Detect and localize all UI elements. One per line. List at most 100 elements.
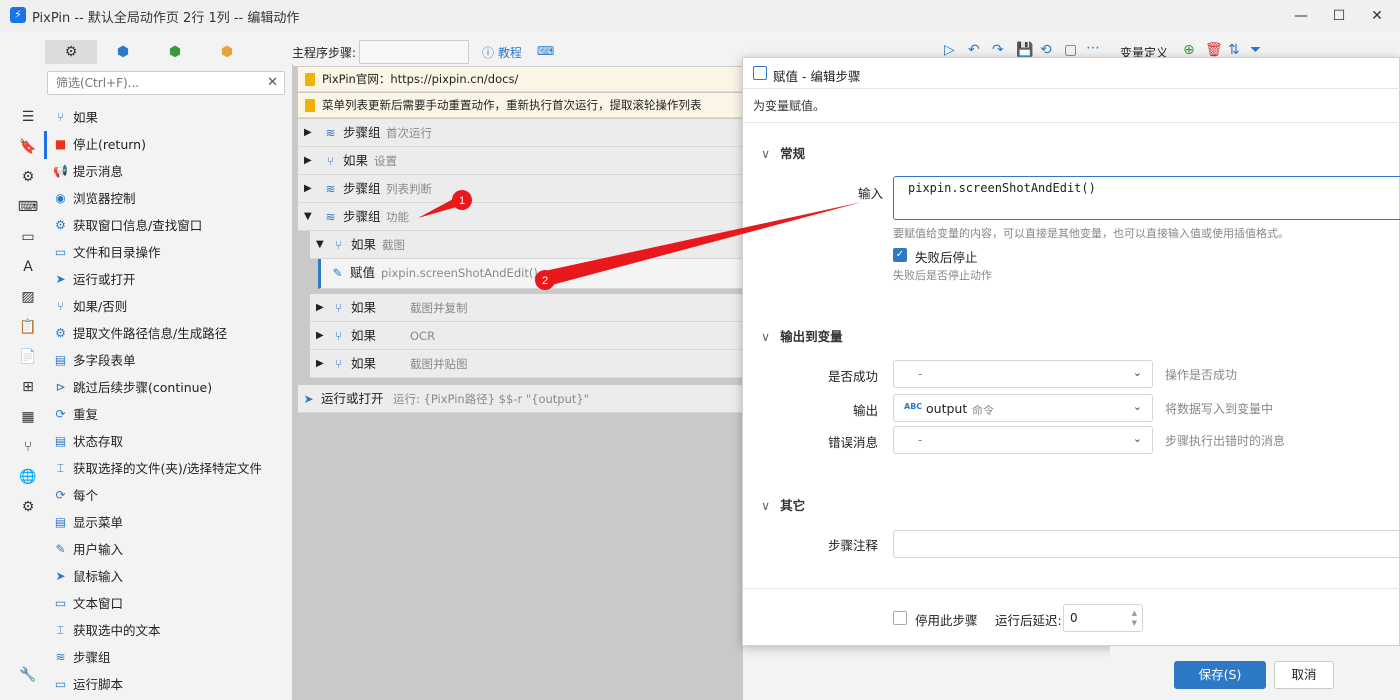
- save-icon[interactable]: 💾: [1016, 42, 1033, 58]
- tab-blue[interactable]: ⬢: [97, 40, 149, 64]
- gears-icon[interactable]: ⚙: [10, 494, 46, 520]
- action-item[interactable]: ⌶ 获取选择的文件(夹)/选择特定文件: [47, 455, 287, 482]
- filter-icon[interactable]: ⏷: [1250, 42, 1261, 58]
- more-icon[interactable]: ⋯: [1086, 40, 1100, 56]
- delete-variable-icon[interactable]: 🗑: [1205, 42, 1223, 58]
- keyboard-icon[interactable]: ⌨: [10, 194, 46, 220]
- tree-row[interactable]: ▶ ≋ 步骤组 首次运行: [298, 119, 743, 147]
- stepper-icon[interactable]: ▲ ▼: [1132, 608, 1137, 628]
- action-item[interactable]: ⌶ 获取选中的文本: [47, 617, 287, 644]
- text-icon[interactable]: A: [10, 254, 46, 280]
- redo-icon[interactable]: ↷: [992, 42, 1004, 58]
- action-item[interactable]: ✎ 用户输入: [47, 536, 287, 563]
- action-item[interactable]: ◉ 浏览器控制: [47, 185, 287, 212]
- edit-icon: [753, 66, 767, 80]
- action-item[interactable]: ➤ 鼠标输入: [47, 563, 287, 590]
- tree-row[interactable]: ▶ ⑂ 如果 截图并贴图: [310, 350, 743, 378]
- expand-arrow-icon[interactable]: ▶: [304, 175, 312, 203]
- clear-filter-icon[interactable]: ✕: [267, 75, 278, 90]
- tree-row[interactable]: ▶ ⑂ 如果 截图并复制: [310, 294, 743, 322]
- action-item[interactable]: ▤ 状态存取: [47, 428, 287, 455]
- tree-row[interactable]: ▶ ⑂ 如果 OCR: [310, 322, 743, 350]
- step-name: 步骤组: [343, 125, 381, 140]
- undo-icon[interactable]: ↶: [968, 42, 980, 58]
- run-icon[interactable]: ▷: [944, 42, 955, 58]
- filter-input[interactable]: [48, 72, 258, 94]
- save-button[interactable]: 保存(S): [1174, 661, 1266, 689]
- action-item[interactable]: ■ 停止(return): [47, 131, 287, 158]
- input-value: pixpin.screenShotAndEdit(): [908, 181, 1096, 195]
- disable-step-checkbox[interactable]: [893, 611, 907, 625]
- tree-row[interactable]: ▼ ≋ 步骤组 功能: [298, 203, 743, 231]
- delay-input[interactable]: 0 ▲ ▼: [1063, 604, 1143, 632]
- menu-icon[interactable]: ☰: [10, 104, 46, 130]
- tree-row[interactable]: ▶ ⑂ 如果 设置: [298, 147, 743, 175]
- document-icon[interactable]: 📄: [10, 344, 46, 370]
- action-item[interactable]: ⑂ 如果: [47, 104, 287, 131]
- action-item[interactable]: ▤ 多字段表单: [47, 347, 287, 374]
- tree-row[interactable]: ▼ ⑂ 如果 截图: [310, 231, 743, 259]
- action-item[interactable]: ▭ 文件和目录操作: [47, 239, 287, 266]
- tab-green[interactable]: ⬢: [149, 40, 201, 64]
- windows-icon[interactable]: ⊞: [10, 374, 46, 400]
- action-item[interactable]: ⟳ 每个: [47, 482, 287, 509]
- comment-icon[interactable]: ▢: [1064, 42, 1077, 58]
- grid-icon[interactable]: ▦: [10, 404, 46, 430]
- note-row-2[interactable]: 菜单列表更新后需要手动重置动作，重新执行首次运行，提取滚轮操作列表: [298, 93, 743, 118]
- action-item[interactable]: ➤ 运行或打开: [47, 266, 287, 293]
- expand-arrow-icon[interactable]: ▶: [316, 350, 324, 378]
- input-field[interactable]: pixpin.screenShotAndEdit(): [893, 176, 1400, 220]
- tree-row[interactable]: ▶ ≋ 步骤组 列表判断: [298, 175, 743, 203]
- action-item[interactable]: 📢 提示消息: [47, 158, 287, 185]
- branch-icon[interactable]: ⑂: [10, 434, 46, 460]
- section-general[interactable]: ∨ 常规: [761, 143, 805, 162]
- success-select[interactable]: - ⌄: [893, 360, 1153, 388]
- error-select[interactable]: - ⌄: [893, 426, 1153, 454]
- abc-badge-icon: ABC: [904, 402, 923, 411]
- gear-icon[interactable]: ⚙: [10, 164, 46, 190]
- section-other[interactable]: ∨ 其它: [761, 495, 805, 514]
- cancel-button[interactable]: 取消: [1274, 661, 1334, 689]
- tab-orange[interactable]: ⬢: [201, 40, 253, 64]
- action-icon: ▭: [54, 245, 67, 259]
- tree-row[interactable]: ➤ 运行或打开 运行: {PixPin路径} $$-r "{output}": [298, 385, 743, 413]
- window-title: PixPin -- 默认全局动作页 2行 1列 -- 编辑动作: [32, 11, 300, 26]
- expand-arrow-icon[interactable]: ▶: [304, 119, 312, 147]
- output-select[interactable]: ABC output 命令 ⌄: [893, 394, 1153, 422]
- action-item[interactable]: ≋ 步骤组: [47, 644, 287, 671]
- clipboard-icon[interactable]: 📋: [10, 314, 46, 340]
- program-step-input[interactable]: [359, 40, 469, 64]
- globe-icon[interactable]: 🌐: [10, 464, 46, 490]
- expand-arrow-icon[interactable]: ▶: [316, 322, 324, 350]
- section-output[interactable]: ∨ 输出到变量: [761, 326, 843, 345]
- bookmark-icon[interactable]: 🔖: [10, 134, 46, 160]
- add-variable-icon[interactable]: ⊕: [1183, 42, 1195, 58]
- action-item[interactable]: ⚙ 提取文件路径信息/生成路径: [47, 320, 287, 347]
- reset-icon[interactable]: ⟲: [1040, 42, 1052, 58]
- tab-gears[interactable]: ⚙: [45, 40, 97, 64]
- keyboard-shortcut-icon[interactable]: ⌨: [537, 44, 554, 58]
- action-item[interactable]: ⑂ 如果/否则: [47, 293, 287, 320]
- expand-arrow-icon[interactable]: ▶: [304, 147, 312, 175]
- expand-arrow-icon[interactable]: ▶: [316, 294, 324, 322]
- action-item[interactable]: ⚙ 获取窗口信息/查找窗口: [47, 212, 287, 239]
- sort-icon[interactable]: ⇅: [1228, 42, 1240, 58]
- action-item[interactable]: ▤ 显示菜单: [47, 509, 287, 536]
- action-item[interactable]: ⟳ 重复: [47, 401, 287, 428]
- note-row-1[interactable]: PixPin官网：https://pixpin.cn/docs/: [298, 67, 743, 92]
- collapse-arrow-icon[interactable]: ▼: [304, 203, 312, 231]
- collapse-arrow-icon[interactable]: ▼: [316, 231, 324, 259]
- action-item[interactable]: ▭ 文本窗口: [47, 590, 287, 617]
- action-item[interactable]: ▭ 运行脚本: [47, 671, 287, 698]
- tutorial-link[interactable]: ⓘ 教程: [482, 44, 522, 61]
- window-icon[interactable]: ▭: [10, 224, 46, 250]
- stop-on-fail-checkbox[interactable]: ✓: [893, 248, 907, 262]
- close-button[interactable]: ✕: [1354, 0, 1400, 32]
- action-item[interactable]: ⊳ 跳过后续步骤(continue): [47, 374, 287, 401]
- title-bar: ⚡ PixPin -- 默认全局动作页 2行 1列 -- 编辑动作 — ☐ ✕: [0, 0, 1400, 32]
- wrench-icon[interactable]: 🔧: [10, 662, 46, 688]
- edit-step-dialog: 赋值 - 编辑步骤 为变量赋值。 ∨ 常规 输入 pixpin.screenSho…: [742, 57, 1400, 646]
- step-note-input[interactable]: [893, 530, 1400, 558]
- image-icon[interactable]: ▨: [10, 284, 46, 310]
- tree-row[interactable]: ✎ 赋值 pixpin.screenShotAndEdit() =>: [318, 259, 743, 289]
